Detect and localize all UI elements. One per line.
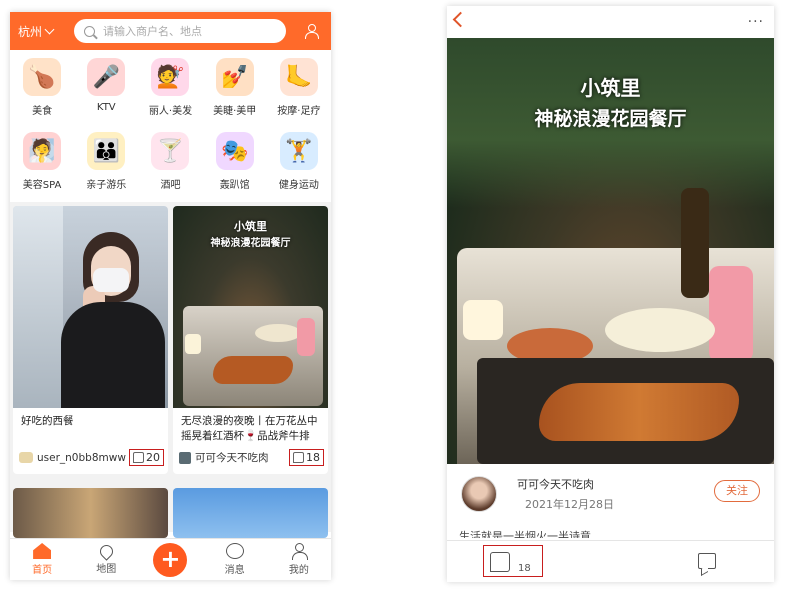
post-meta: 可可今天不吃肉 18 — [179, 449, 324, 466]
category-food[interactable]: 🍗 美食 — [10, 52, 74, 126]
category-label: 亲子游乐 — [86, 180, 127, 191]
like-count: 18 — [518, 563, 531, 574]
category-grid: 🍗 美食 🎤 KTV 💇 丽人·美发 💅 美睫·美甲 🦶 按摩·足疗 🧖 美容SPA 👪 亲子… — [10, 52, 331, 200]
city-label: 杭州 — [18, 24, 43, 39]
category-spa[interactable]: 🧖 美容SPA — [10, 126, 74, 200]
post-photo — [13, 488, 168, 538]
avatar — [19, 452, 33, 463]
category-label: 美容SPA — [22, 180, 62, 191]
party-mask-icon: 🎭 — [215, 132, 254, 170]
tab-label: 我的 — [288, 565, 309, 576]
thumbs-up-icon — [133, 452, 144, 463]
detail-header: ··· — [447, 6, 774, 38]
comment-icon[interactable] — [698, 553, 716, 569]
cocktail-icon: 🍸 — [151, 132, 190, 170]
foot-icon: 🦶 — [279, 58, 318, 96]
post-author: user_n0bb8mww — [37, 451, 126, 464]
category-massage[interactable]: 🦶 按摩·足疗 — [267, 52, 331, 126]
post-date: 2021年12月28日 — [525, 498, 614, 511]
plus-icon: + — [153, 542, 188, 577]
dumbbell-icon: 🏋 — [279, 132, 318, 170]
photo-caption-line1: 小筑里 — [234, 220, 267, 233]
message-icon — [225, 543, 244, 559]
like-button[interactable]: 18 — [289, 449, 324, 466]
post-card[interactable]: 好吃的西餐 user_n0bb8mww 20 — [13, 206, 168, 474]
face-mask-icon: 🧖 — [23, 132, 62, 170]
city-selector[interactable]: 杭州 — [18, 23, 74, 40]
post-author: 可可今天不吃肉 — [195, 452, 269, 464]
category-label: 轰趴馆 — [219, 180, 250, 191]
tab-profile[interactable]: 我的 — [274, 543, 324, 576]
hero-title-line2: 神秘浪漫花园餐厅 — [534, 108, 687, 130]
category-beauty-hair[interactable]: 💇 丽人·美发 — [138, 52, 202, 126]
category-bar[interactable]: 🍸 酒吧 — [138, 126, 202, 200]
author-name[interactable]: 可可今天不吃肉 — [517, 476, 594, 492]
category-lash-nail[interactable]: 💅 美睫·美甲 — [203, 52, 267, 126]
detail-action-bar: 18 — [447, 540, 774, 582]
category-family[interactable]: 👪 亲子游乐 — [74, 126, 138, 200]
top-bar: 杭州 请输入商户名、地点 — [10, 12, 331, 50]
tab-home[interactable]: 首页 — [17, 543, 67, 576]
post-photo — [173, 488, 328, 538]
home-screen: 杭州 请输入商户名、地点 🍗 美食 🎤 KTV 💇 丽人·美发 💅 美睫·美甲 🦶 按摩·… — [10, 12, 331, 580]
follow-button[interactable]: 关注 — [714, 480, 760, 502]
turkey-icon: 🍗 — [23, 58, 62, 96]
post-card[interactable]: 小筑里 神秘浪漫花园餐厅 无尽浪漫的夜晚丨在万花丛中摇晃着红酒杯🍷品战斧牛排 可… — [173, 206, 328, 474]
chevron-down-icon — [44, 24, 55, 34]
profile-icon — [290, 543, 308, 560]
search-placeholder: 请输入商户名、地点 — [103, 25, 202, 38]
avatar[interactable] — [461, 476, 497, 512]
tab-map[interactable]: 地图 — [81, 541, 131, 575]
nail-icon: 💅 — [215, 58, 254, 96]
tab-label: 地图 — [96, 563, 117, 575]
category-label: KTV — [96, 102, 116, 113]
back-arrow-icon[interactable] — [452, 11, 469, 28]
thumbs-up-icon — [293, 452, 304, 463]
post-photo — [13, 206, 168, 408]
post-hero-photo: 小筑里 神秘浪漫花园餐厅 — [447, 38, 774, 464]
thumbs-up-icon — [490, 552, 510, 572]
category-ktv[interactable]: 🎤 KTV — [74, 52, 138, 126]
category-label: 丽人·美发 — [148, 106, 193, 117]
post-meta: user_n0bb8mww 20 — [19, 449, 164, 466]
like-count: 18 — [306, 451, 320, 464]
post-detail-screen: ··· 小筑里 神秘浪漫花园餐厅 可可今天不吃肉 2021年12月28日 关注 … — [447, 6, 774, 582]
category-party[interactable]: 🎭 轰趴馆 — [203, 126, 267, 200]
category-label: 按摩·足疗 — [277, 106, 321, 117]
search-icon — [84, 25, 95, 37]
category-label: 酒吧 — [160, 180, 181, 191]
search-input[interactable]: 请输入商户名、地点 — [74, 19, 286, 43]
home-icon — [33, 543, 52, 559]
photo-caption-line2: 神秘浪漫花园餐厅 — [210, 238, 291, 249]
category-label: 健身运动 — [278, 180, 319, 191]
family-icon: 👪 — [87, 132, 126, 170]
tab-label: 首页 — [32, 565, 53, 576]
map-pin-icon — [97, 541, 116, 561]
category-label: 美睫·美甲 — [213, 106, 257, 117]
tab-publish[interactable]: + — [145, 542, 195, 577]
like-count: 20 — [146, 451, 160, 464]
like-button[interactable]: 20 — [129, 449, 164, 466]
avatar — [179, 451, 191, 464]
tab-messages[interactable]: 消息 — [210, 543, 260, 576]
more-options-icon[interactable]: ··· — [748, 14, 764, 30]
post-title: 无尽浪漫的夜晚丨在万花丛中摇晃着红酒杯🍷品战斧牛排 — [181, 415, 318, 442]
like-button[interactable]: 18 — [483, 545, 543, 577]
hero-title-line1: 小筑里 — [580, 76, 641, 100]
post-photo: 小筑里 神秘浪漫花园餐厅 — [173, 206, 328, 408]
post-caption: 生活就是一半烟火一半诗意 — [459, 530, 591, 538]
tab-label: 消息 — [224, 565, 245, 576]
microphone-icon: 🎤 — [87, 58, 126, 96]
post-feed: 好吃的西餐 user_n0bb8mww 20 小筑里 神秘浪漫花园餐厅 无尽浪漫… — [10, 202, 331, 538]
category-fitness[interactable]: 🏋 健身运动 — [267, 126, 331, 200]
bottom-tab-bar: 首页 地图 + 消息 我的 — [10, 538, 331, 580]
user-icon[interactable] — [304, 24, 319, 39]
post-title: 好吃的西餐 — [21, 415, 74, 427]
author-section: 可可今天不吃肉 2021年12月28日 关注 生活就是一半烟火一半诗意 — [447, 464, 774, 538]
category-label: 美食 — [32, 106, 53, 117]
post-card[interactable] — [173, 488, 328, 538]
hair-icon: 💇 — [151, 58, 190, 96]
post-card[interactable] — [13, 488, 168, 538]
